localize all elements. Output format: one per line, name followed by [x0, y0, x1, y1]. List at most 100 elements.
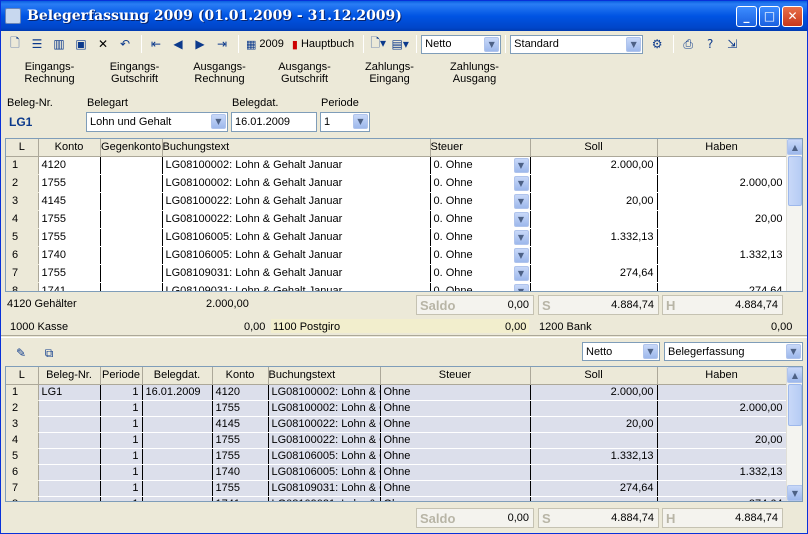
- cell-text[interactable]: LG08109031: Lohn & Gehalt Januar: [162, 282, 431, 291]
- cell-steuer[interactable]: 0. Ohne ▼: [430, 210, 531, 229]
- chevron-down-icon[interactable]: ▼: [513, 175, 529, 191]
- chevron-down-icon[interactable]: ▼: [513, 247, 529, 263]
- cell-konto[interactable]: 4145: [212, 416, 269, 433]
- print-menu-icon[interactable]: ▤▾: [390, 34, 410, 54]
- delete-icon[interactable]: ✕: [93, 34, 113, 54]
- cell-periode[interactable]: 1: [100, 400, 143, 417]
- cell-haben[interactable]: [657, 416, 787, 433]
- cell-steuer[interactable]: Ohne: [380, 400, 531, 417]
- edit-icon[interactable]: ✎: [11, 343, 31, 363]
- cell-dat[interactable]: [142, 416, 213, 433]
- cell-haben[interactable]: 2.000,00: [657, 174, 787, 193]
- cell-haben[interactable]: 1.332,13: [657, 246, 787, 265]
- cell-konto[interactable]: 1755: [212, 448, 269, 465]
- cell-steuer[interactable]: Ohne: [380, 384, 531, 401]
- cell-steuer[interactable]: Ohne: [380, 480, 531, 497]
- booking-entry-grid[interactable]: L Konto Gegenkonto Buchungstext Steuer S…: [5, 138, 803, 292]
- cell-l[interactable]: 3: [6, 416, 39, 433]
- cell-konto[interactable]: 4145: [38, 192, 101, 211]
- cell-steuer[interactable]: 0. Ohne ▼: [430, 246, 531, 265]
- cell-l[interactable]: 5: [6, 448, 39, 465]
- cell-beleg[interactable]: [38, 448, 101, 465]
- chevron-down-icon[interactable]: ▼: [513, 193, 529, 209]
- cell-text[interactable]: LG08100002: Lohn & Gehalt Januar: [268, 384, 381, 401]
- cell-konto[interactable]: 1755: [38, 264, 101, 283]
- maximize-button[interactable]: □: [759, 5, 780, 27]
- mode-select[interactable]: Netto ▼: [421, 34, 502, 54]
- cell-gegen[interactable]: [100, 264, 163, 283]
- cell-haben[interactable]: 274,64: [657, 496, 787, 501]
- nav-eingangs-rechnung[interactable]: Eingangs- Rechnung: [7, 61, 92, 85]
- cell-steuer[interactable]: 0. Ohne ▼: [430, 264, 531, 283]
- cell-l[interactable]: 6: [6, 246, 39, 265]
- column-header[interactable]: Periode: [100, 367, 143, 385]
- cell-periode[interactable]: 1: [100, 416, 143, 433]
- cell-steuer[interactable]: Ohne: [380, 496, 531, 501]
- cell-dat[interactable]: [142, 464, 213, 481]
- cell-gegen[interactable]: [100, 174, 163, 193]
- chevron-down-icon[interactable]: ▼: [513, 229, 529, 245]
- cell-haben[interactable]: [657, 480, 787, 497]
- title-bar[interactable]: Belegerfassung 2009 (01.01.2009 - 31.12.…: [1, 1, 807, 31]
- cell-soll[interactable]: [530, 432, 658, 449]
- belegart-select[interactable]: Lohn und Gehalt ▼: [86, 112, 228, 132]
- cell-beleg[interactable]: LG1: [38, 384, 101, 401]
- cell-beleg[interactable]: [38, 496, 101, 501]
- cell-gegen[interactable]: [100, 228, 163, 247]
- cell-periode[interactable]: 1: [100, 480, 143, 497]
- chevron-down-icon[interactable]: ▼: [513, 211, 529, 227]
- table-row[interactable]: 3 4145 LG08100022: Lohn & Gehalt Januar 0. …: [6, 192, 787, 211]
- cell-soll[interactable]: 20,00: [530, 192, 658, 211]
- table-row[interactable]: 3 1 4145LG08100022: Lohn & Gehalt JanuarOh…: [6, 416, 787, 433]
- cell-soll[interactable]: [530, 464, 658, 481]
- column-header[interactable]: Konto: [38, 139, 101, 157]
- table-row[interactable]: 2 1755 LG08100002: Lohn & Gehalt Januar 0. …: [6, 174, 787, 193]
- table-row[interactable]: 1LG1116.01.20094120LG08100002: Lohn & Ge…: [6, 384, 787, 401]
- chevron-down-icon[interactable]: ▼: [513, 157, 529, 173]
- nav-ausgangs-gutschrift[interactable]: Ausgangs- Gutschrift: [262, 61, 347, 85]
- new-document-icon[interactable]: 🗋: [5, 34, 25, 54]
- nav-ausgangs-rechnung[interactable]: Ausgangs- Rechnung: [177, 61, 262, 85]
- cell-text[interactable]: LG08100022: Lohn & Gehalt Januar: [268, 432, 381, 449]
- table-row[interactable]: 6 1 1740LG08106005: Lohn & Gehalt JanuarOh…: [6, 464, 787, 481]
- column-header[interactable]: Haben: [657, 139, 787, 157]
- cell-steuer[interactable]: 0. Ohne ▼: [430, 228, 531, 247]
- cell-l[interactable]: 2: [6, 174, 39, 193]
- cell-periode[interactable]: 1: [100, 432, 143, 449]
- chevron-down-icon[interactable]: ▼: [513, 283, 529, 291]
- cell-soll[interactable]: 2.000,00: [530, 384, 658, 401]
- cell-konto[interactable]: 1755: [212, 480, 269, 497]
- undo-icon[interactable]: ↶: [115, 34, 135, 54]
- scroll-up-icon[interactable]: ▲: [787, 367, 802, 383]
- cell-text[interactable]: LG08100022: Lohn & Gehalt Januar: [162, 192, 431, 211]
- nav-zahlungs-eingang[interactable]: Zahlungs- Eingang: [347, 61, 432, 85]
- first-record-icon[interactable]: ⇤: [146, 34, 166, 54]
- scroll-thumb[interactable]: [788, 384, 802, 426]
- scroll-thumb[interactable]: [788, 156, 802, 206]
- cell-text[interactable]: LG08100002: Lohn & Gehalt Januar: [162, 156, 431, 175]
- cell-steuer[interactable]: 0. Ohne ▼: [430, 282, 531, 291]
- cell-l[interactable]: 4: [6, 432, 39, 449]
- previous-record-icon[interactable]: ◀: [168, 34, 188, 54]
- cell-periode[interactable]: 1: [100, 448, 143, 465]
- table-row[interactable]: 6 1740 LG08106005: Lohn & Gehalt Januar 0. …: [6, 246, 787, 265]
- cell-gegen[interactable]: [100, 192, 163, 211]
- cell-gegen[interactable]: [100, 246, 163, 265]
- cell-steuer[interactable]: Ohne: [380, 432, 531, 449]
- cell-l[interactable]: 7: [6, 480, 39, 497]
- cell-konto[interactable]: 1741: [38, 282, 101, 291]
- cell-haben[interactable]: [657, 228, 787, 247]
- cell-gegen[interactable]: [100, 282, 163, 291]
- cell-konto[interactable]: 1741: [212, 496, 269, 501]
- table-row[interactable]: 8 1 1741LG08109031: Lohn & Gehalt JanuarOh…: [6, 496, 787, 501]
- pane-splitter[interactable]: [1, 335, 807, 338]
- cell-steuer[interactable]: 0. Ohne ▼: [430, 174, 531, 193]
- cell-periode[interactable]: 1: [100, 384, 143, 401]
- cell-beleg[interactable]: [38, 432, 101, 449]
- view-select[interactable]: Standard ▼: [510, 34, 644, 54]
- table-row[interactable]: 1 4120 LG08100002: Lohn & Gehalt Januar 0. …: [6, 156, 787, 175]
- cell-text[interactable]: LG08100022: Lohn & Gehalt Januar: [162, 210, 431, 229]
- cell-konto[interactable]: 1740: [38, 246, 101, 265]
- cell-dat[interactable]: [142, 448, 213, 465]
- printer-icon[interactable]: ⎙: [678, 34, 698, 54]
